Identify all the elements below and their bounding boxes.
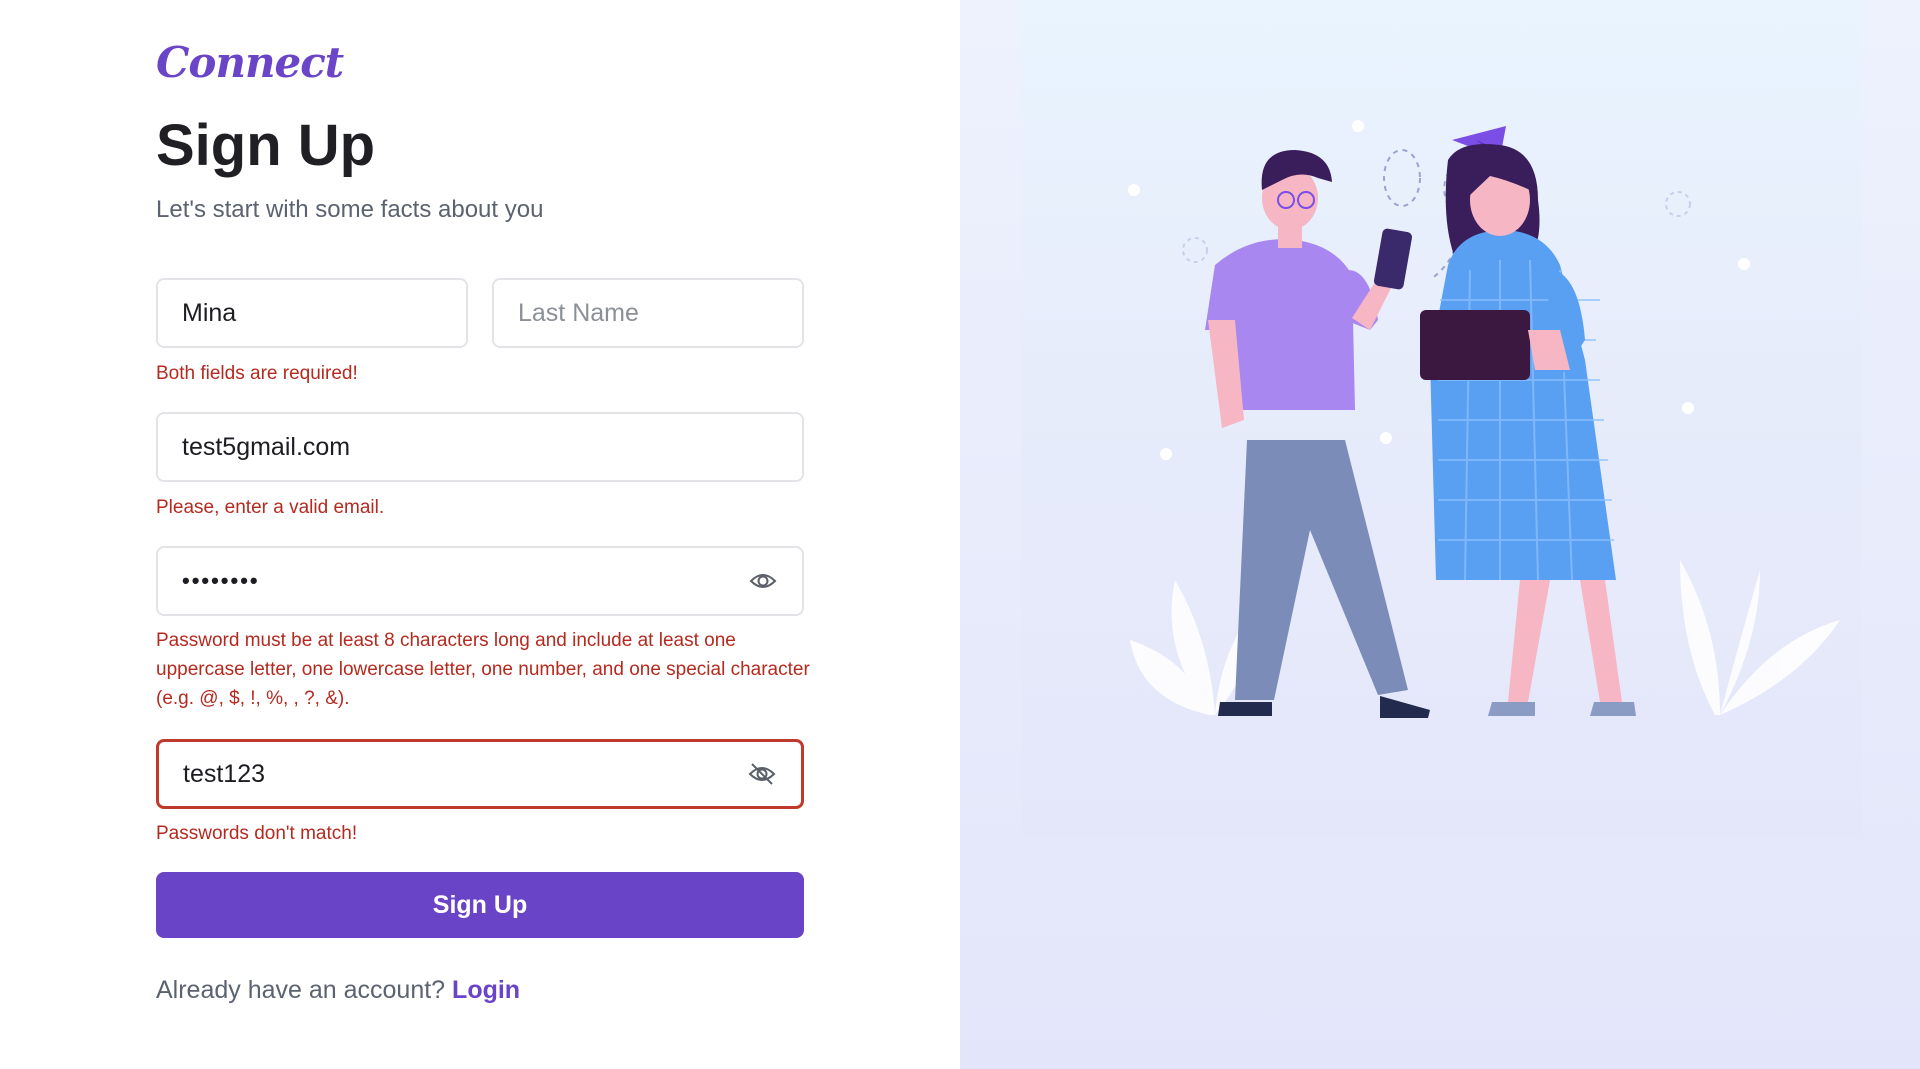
login-link[interactable]: Login <box>452 976 520 1004</box>
sign-up-button[interactable]: Sign Up <box>156 872 804 938</box>
woman-figure <box>1420 144 1636 716</box>
first-name-input[interactable]: Mina <box>156 278 468 348</box>
confirm-password-input[interactable]: test123 <box>156 739 804 809</box>
connect-logo[interactable]: Connect <box>156 38 344 87</box>
confirm-password-value: test123 <box>183 759 266 788</box>
people-illustration <box>1128 120 1840 718</box>
last-name-placeholder: Last Name <box>518 298 639 327</box>
signup-page: Connect Sign Up Let's start with some fa… <box>0 0 1920 1069</box>
email-input[interactable]: test5gmail.com <box>156 412 804 482</box>
plant-right <box>1680 560 1840 715</box>
last-name-input[interactable]: Last Name <box>492 278 804 348</box>
email-value: test5gmail.com <box>182 432 351 461</box>
eye-icon[interactable] <box>748 566 778 596</box>
first-name-value: Mina <box>182 298 237 327</box>
page-title: Sign Up <box>156 113 376 178</box>
man-figure <box>1205 150 1430 718</box>
signup-form-panel: Connect Sign Up Let's start with some fa… <box>0 0 960 1069</box>
email-error-message: Please, enter a valid email. <box>156 497 385 518</box>
confirm-error-message: Passwords don't match! <box>156 823 358 844</box>
page-subtitle: Let's start with some facts about you <box>156 196 544 223</box>
illustration-panel <box>960 0 1920 1069</box>
login-prompt-text: Already have an account? <box>156 976 446 1004</box>
login-prompt: Already have an account? Login <box>156 976 520 1005</box>
password-error-message: Password must be at least 8 characters l… <box>156 630 810 709</box>
eye-off-icon[interactable] <box>747 759 777 789</box>
name-error-message: Both fields are required! <box>156 363 358 384</box>
password-value: •••••••• <box>182 568 260 593</box>
password-input[interactable]: •••••••• <box>156 546 804 616</box>
